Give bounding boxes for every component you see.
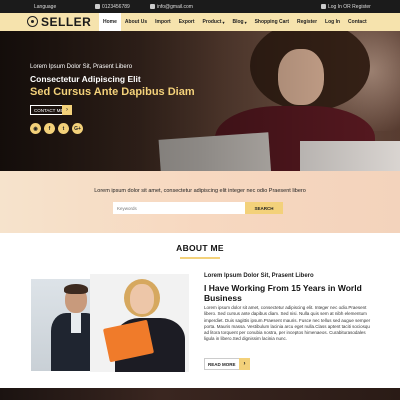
phone-number: 0123456789 <box>102 4 130 10</box>
hero-subtitle: Lorem Ipsum Dolor Sit, Prasent Libero <box>30 64 133 70</box>
nav-item-product[interactable]: Product ▾ <box>199 13 229 31</box>
nav-item-label: Shopping Cart <box>254 19 290 25</box>
login-register-link[interactable]: Log In OR Register <box>321 4 371 10</box>
login-register-label[interactable]: Log In OR Register <box>328 4 371 10</box>
businesswoman-photo <box>90 274 189 372</box>
hero-overlay <box>0 31 400 171</box>
email-address[interactable]: info@gmail.com <box>157 4 193 10</box>
nav-item-blog[interactable]: Blog ▾ <box>228 13 250 31</box>
search-button[interactable]: SEARCH <box>245 202 283 214</box>
chevron-down-icon: ▾ <box>222 19 225 25</box>
nav-item-home[interactable]: Home <box>99 13 121 31</box>
nav-item-import[interactable]: Import <box>151 13 175 31</box>
user-icon <box>321 4 326 9</box>
twitter-icon[interactable]: t <box>58 123 69 134</box>
about-subtitle: Lorem Ipsum Dolor Sit, Prasent Libero <box>204 273 314 279</box>
nav-item-log-in[interactable]: Log In <box>321 13 344 31</box>
nav-item-contact[interactable]: Contact <box>344 13 371 31</box>
facebook-icon[interactable]: f <box>44 123 55 134</box>
phone-info: 0123456789 <box>95 4 130 10</box>
read-more-label: READ MORE <box>208 361 236 367</box>
hero-title: Consectetur Adipiscing Elit <box>30 74 141 84</box>
hero-accent-title: Sed Cursus Ante Dapibus Diam <box>30 86 195 98</box>
nav-item-about-us[interactable]: About Us <box>121 13 151 31</box>
about-heading: I Have Working From 15 Years in World Bu… <box>204 283 362 303</box>
main-navbar: SELLER Home About Us Import Export Produ… <box>0 13 400 31</box>
nav-item-shopping-cart[interactable]: Shopping Cart <box>251 13 293 31</box>
contact-me-label: CONTACT ME <box>34 107 64 113</box>
nav-item-label: Product <box>202 19 222 25</box>
rss-icon[interactable]: ◉ <box>30 123 41 134</box>
section-title: ABOUT ME <box>176 243 224 253</box>
chevron-right-icon: › <box>239 358 250 370</box>
man-shirt <box>71 313 81 333</box>
email-info[interactable]: info@gmail.com <box>150 4 193 10</box>
about-body-text: Lorem ipsum dolor sit amet, consectetur … <box>204 305 371 342</box>
nav-item-label: Log In <box>325 19 341 25</box>
hero-banner: Lorem Ipsum Dolor Sit, Prasent Libero Co… <box>0 31 400 171</box>
search-section: Lorem ipsum dolor sit amet, consectetur … <box>0 171 400 233</box>
top-bar: Language 0123456789 info@gmail.com Log I… <box>0 0 400 13</box>
nav-menu: Home About Us Import Export Product ▾ Blo… <box>99 13 371 31</box>
search-section-text: Lorem ipsum dolor sit amet, consectetur … <box>94 188 306 194</box>
google-plus-icon[interactable]: G+ <box>72 123 83 134</box>
chevron-down-icon: ▾ <box>244 19 247 25</box>
brand-name: SELLER <box>41 15 92 29</box>
mail-icon <box>150 4 155 9</box>
read-more-button[interactable]: READ MORE › <box>204 358 250 370</box>
nav-item-export[interactable]: Export <box>175 13 199 31</box>
chevron-right-icon: › <box>62 105 72 115</box>
next-section-preview <box>0 388 400 400</box>
contact-me-button[interactable]: CONTACT ME › <box>30 105 72 115</box>
nav-item-label: Export <box>178 19 195 25</box>
nav-item-label: Import <box>155 19 171 25</box>
social-links: ◉ f t G+ <box>30 123 83 134</box>
nav-item-label: Contact <box>348 19 367 25</box>
nav-item-register[interactable]: Register <box>293 13 321 31</box>
woman-face <box>130 284 154 314</box>
logo-icon <box>27 16 38 27</box>
nav-item-label: Blog <box>232 19 244 25</box>
man-hair <box>64 284 88 294</box>
keywords-search-input[interactable] <box>113 202 245 214</box>
nav-item-label: Register <box>297 19 318 25</box>
language-selector[interactable]: Language <box>34 4 56 10</box>
phone-icon <box>95 4 100 9</box>
nav-item-label: About Us <box>124 19 148 25</box>
nav-item-label: Home <box>103 19 117 25</box>
title-underline <box>180 257 220 259</box>
